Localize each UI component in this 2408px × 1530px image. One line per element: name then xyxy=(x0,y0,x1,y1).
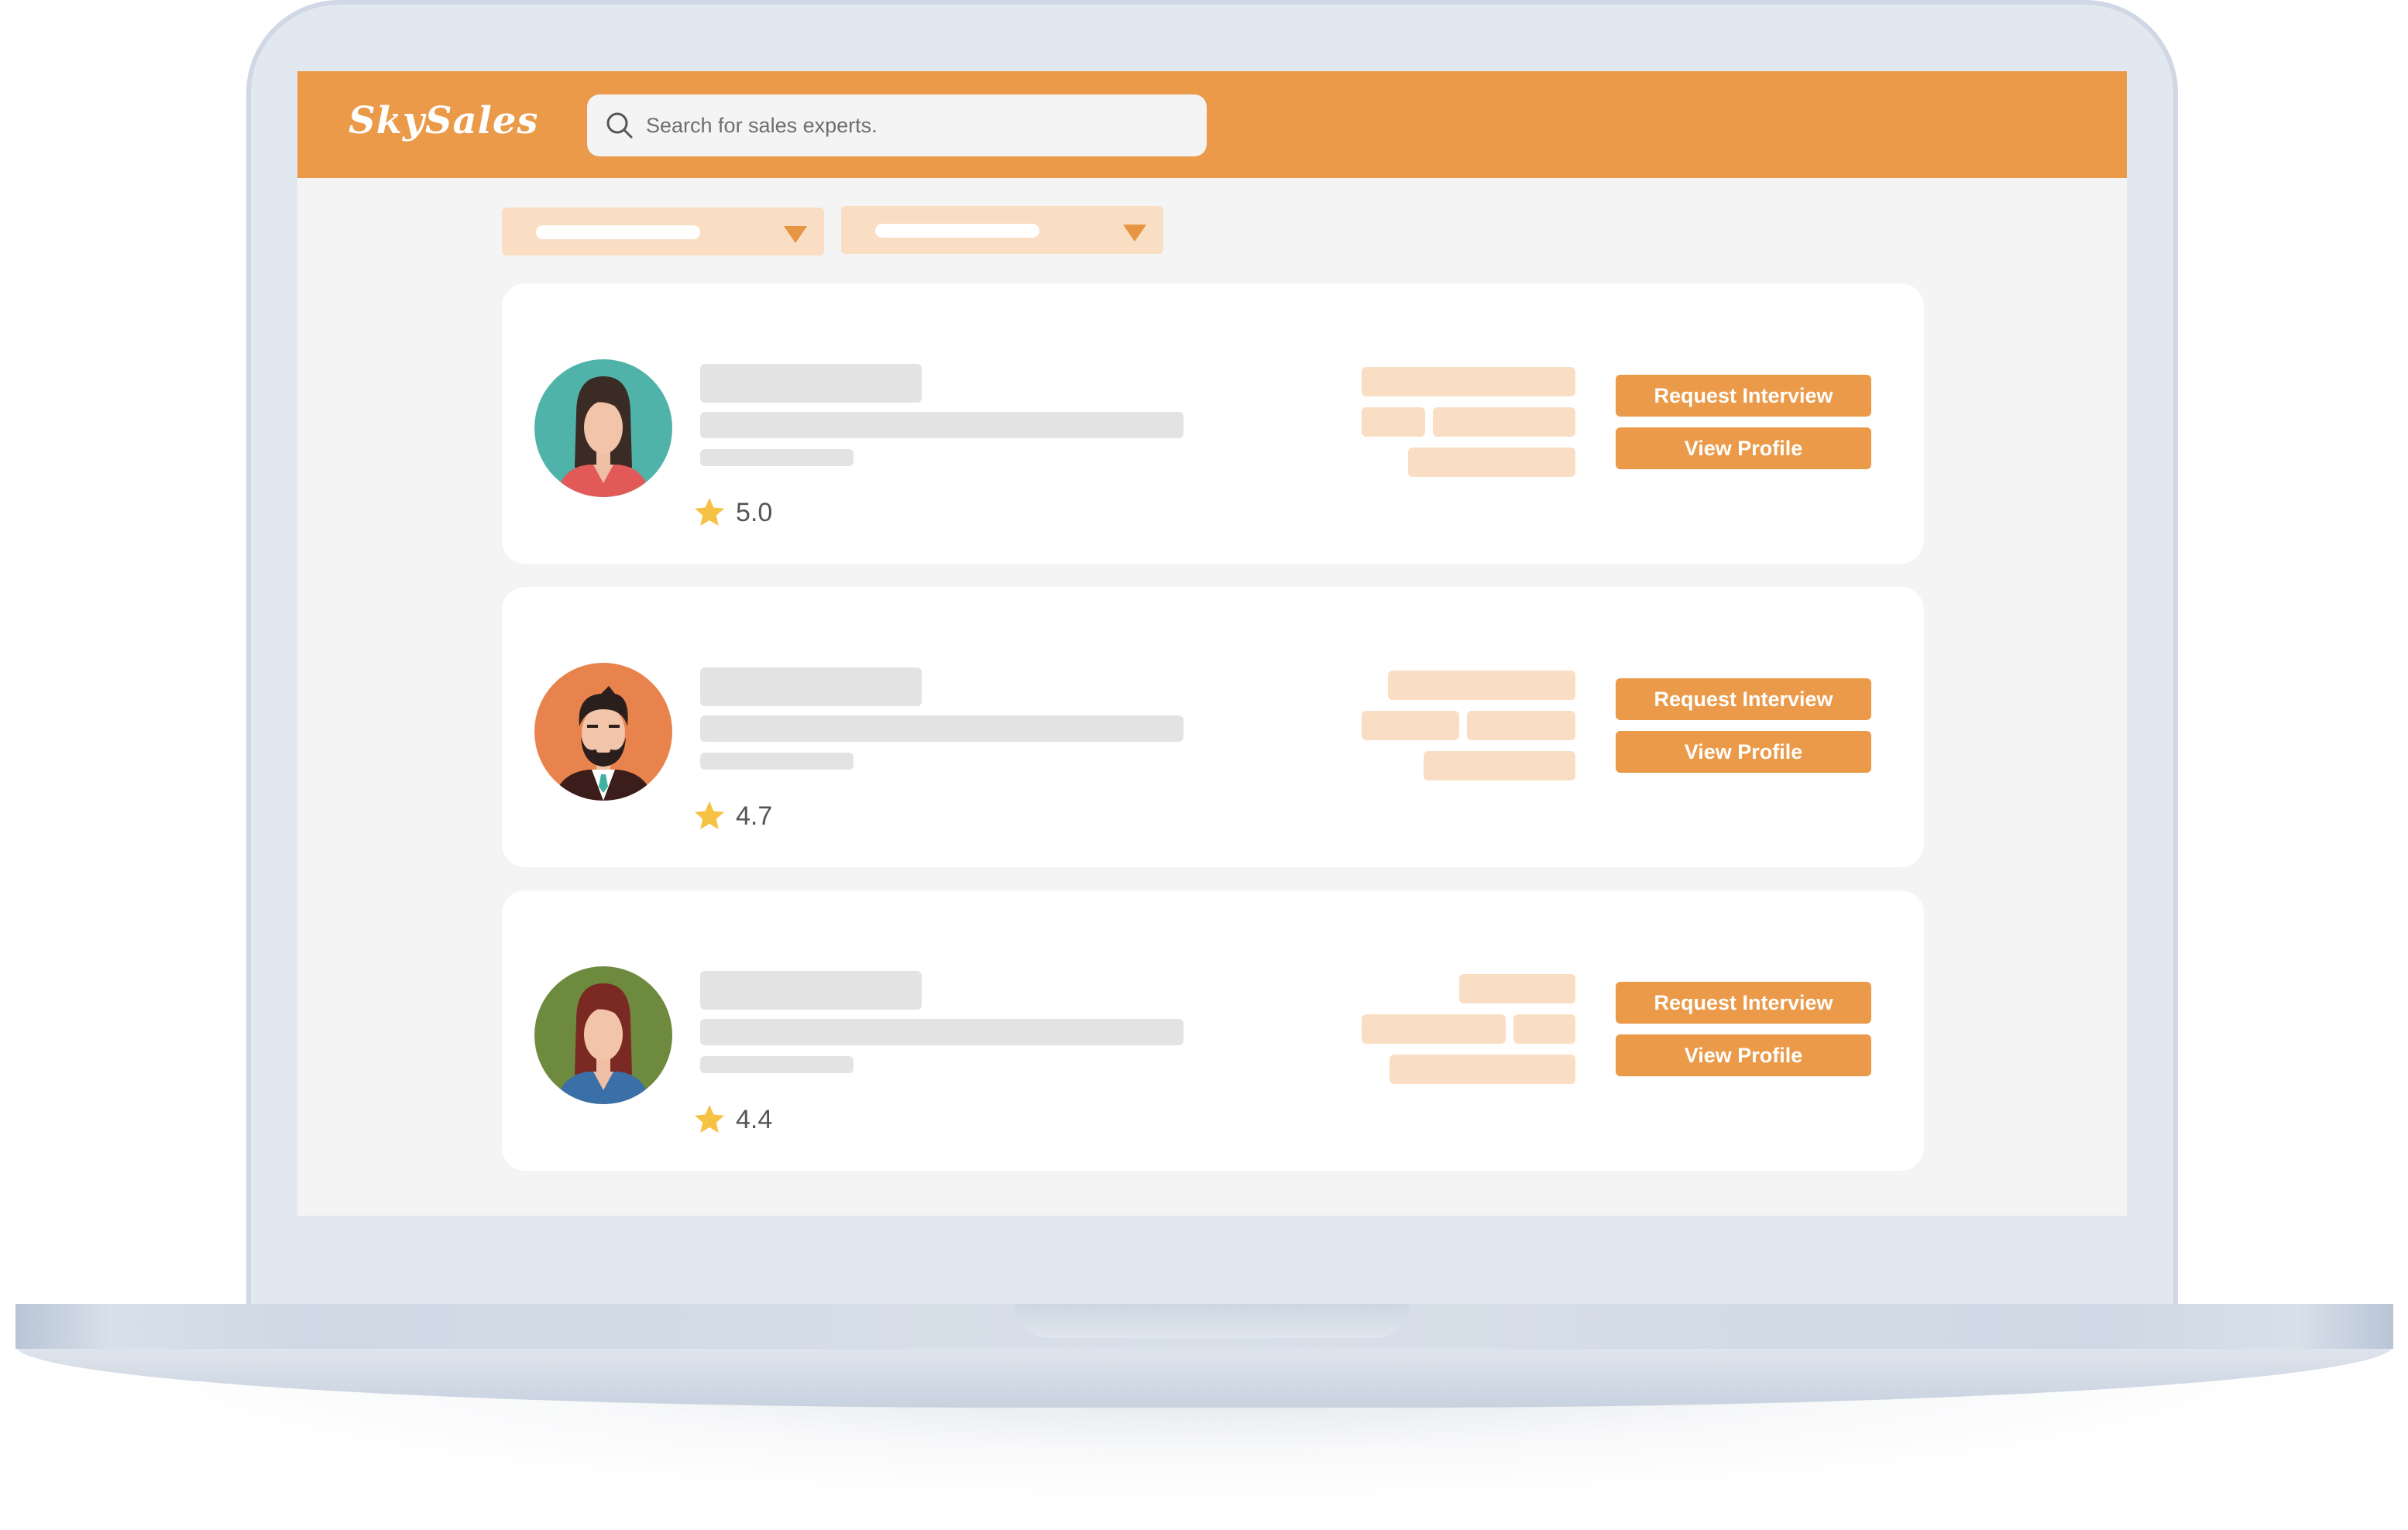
filter-placeholder-bar xyxy=(875,224,1039,238)
expert-card: 4.4 Request Interview View Profile xyxy=(502,890,1924,1171)
view-profile-button[interactable]: View Profile xyxy=(1616,731,1871,773)
rating-value: 5.0 xyxy=(736,497,773,527)
search-box[interactable] xyxy=(587,94,1207,156)
location-placeholder xyxy=(700,1056,854,1073)
star-icon xyxy=(695,1105,724,1133)
view-profile-button[interactable]: View Profile xyxy=(1616,1034,1871,1076)
skill-tag xyxy=(1362,407,1425,437)
location-placeholder xyxy=(700,753,854,770)
star-icon xyxy=(695,801,724,829)
rating: 5.0 xyxy=(692,494,772,531)
skill-tag xyxy=(1388,671,1575,700)
request-interview-button[interactable]: Request Interview xyxy=(1616,678,1871,720)
skill-tag xyxy=(1362,711,1459,740)
rating-value: 4.4 xyxy=(736,1104,773,1134)
woman-avatar-icon xyxy=(534,359,672,497)
skill-tag xyxy=(1362,1014,1506,1044)
app-header: SkySales xyxy=(297,71,2127,178)
brand-logo[interactable]: SkySales xyxy=(349,99,538,142)
skill-tag xyxy=(1389,1055,1575,1084)
filter-dropdown-1[interactable] xyxy=(502,208,824,256)
filter-placeholder-bar xyxy=(536,225,700,239)
filter-dropdown-2[interactable] xyxy=(841,206,1163,254)
skill-tag xyxy=(1513,1014,1575,1044)
rating: 4.4 xyxy=(692,1101,772,1138)
headline-placeholder xyxy=(700,412,1183,438)
skill-tag xyxy=(1467,711,1575,740)
skill-tag xyxy=(1459,974,1575,1003)
woman-avatar-icon xyxy=(534,966,672,1104)
expert-card: 4.7 Request Interview View Profile xyxy=(502,587,1924,867)
skill-tag xyxy=(1424,751,1575,780)
location-placeholder xyxy=(700,449,854,466)
star-icon xyxy=(695,498,724,526)
view-profile-button[interactable]: View Profile xyxy=(1616,427,1871,469)
chevron-down-icon xyxy=(784,226,807,243)
app-screen: SkySales Search for sales experts. 5.0 R… xyxy=(297,71,2127,1216)
skill-tag xyxy=(1408,448,1575,477)
name-placeholder xyxy=(700,364,922,403)
skill-tag xyxy=(1362,367,1575,396)
name-placeholder xyxy=(700,971,922,1010)
skill-tag xyxy=(1433,407,1575,437)
headline-placeholder xyxy=(700,1019,1183,1045)
search-input[interactable] xyxy=(646,104,1188,147)
rating: 4.7 xyxy=(692,798,772,835)
rating-value: 4.7 xyxy=(736,801,773,831)
headline-placeholder xyxy=(700,715,1183,742)
chevron-down-icon xyxy=(1123,225,1146,242)
expert-card: 5.0 Request Interview View Profile xyxy=(502,283,1924,564)
bearded-man-avatar-icon xyxy=(534,663,672,801)
name-placeholder xyxy=(700,667,922,706)
request-interview-button[interactable]: Request Interview xyxy=(1616,982,1871,1024)
request-interview-button[interactable]: Request Interview xyxy=(1616,375,1871,417)
laptop-opening-notch xyxy=(1015,1304,1410,1338)
search-icon xyxy=(606,112,633,139)
